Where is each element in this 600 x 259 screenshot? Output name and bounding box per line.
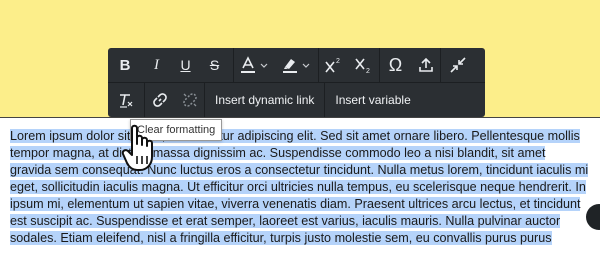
- font-color-dropdown[interactable]: [234, 48, 276, 82]
- unlink-button[interactable]: [175, 83, 204, 117]
- upload-icon: [418, 57, 433, 72]
- superscript-button[interactable]: 2: [319, 48, 349, 82]
- collapse-arrows-icon: [450, 57, 466, 73]
- superscript-icon: 2: [325, 58, 340, 73]
- subscript-button[interactable]: 2: [349, 48, 379, 82]
- selected-text: Lorem ipsum dolor sit amet, consectetur …: [10, 129, 589, 245]
- special-character-button[interactable]: Ω: [380, 48, 411, 82]
- editor-toolbar: B I U S 2 2 Ω Insert dynamic link Insert…: [108, 48, 485, 117]
- omega-icon: Ω: [388, 54, 403, 75]
- italic-button[interactable]: I: [142, 48, 171, 82]
- toolbar-row-insert: Insert dynamic link Insert variable: [108, 83, 421, 117]
- editor-content-area[interactable]: Lorem ipsum dolor sit amet, consectetur …: [0, 117, 600, 259]
- underline-icon: U: [180, 57, 191, 73]
- clear-formatting-icon: [120, 94, 133, 108]
- chevron-down-icon: [302, 63, 310, 68]
- highlighter-icon: [283, 59, 310, 73]
- bold-button[interactable]: B: [108, 48, 142, 82]
- bold-icon: B: [119, 56, 131, 74]
- insert-link-button[interactable]: [145, 83, 175, 117]
- svg-text:2: 2: [366, 68, 370, 74]
- insert-upload-button[interactable]: [411, 48, 440, 82]
- insert-dynamic-link-button[interactable]: Insert dynamic link: [205, 83, 324, 117]
- collapse-button[interactable]: [441, 48, 475, 82]
- clear-formatting-button[interactable]: [108, 83, 144, 117]
- underline-button[interactable]: U: [171, 48, 200, 82]
- insert-variable-button[interactable]: Insert variable: [325, 83, 420, 117]
- strikethrough-button[interactable]: S: [200, 48, 229, 82]
- svg-text:2: 2: [336, 58, 340, 65]
- editor-paragraph[interactable]: Lorem ipsum dolor sit amet, consectetur …: [10, 128, 590, 247]
- font-color-icon: [241, 56, 268, 73]
- unlink-icon: [182, 93, 197, 107]
- link-icon: [153, 93, 167, 107]
- chevron-down-icon: [260, 63, 268, 68]
- strikethrough-icon: S: [209, 57, 220, 73]
- italic-icon: I: [154, 56, 159, 73]
- toolbar-row-formatting: B I U S 2 2 Ω: [108, 48, 485, 82]
- subscript-icon: 2: [355, 58, 370, 74]
- highlight-color-dropdown[interactable]: [276, 48, 318, 82]
- hand-cursor-icon: [121, 124, 153, 171]
